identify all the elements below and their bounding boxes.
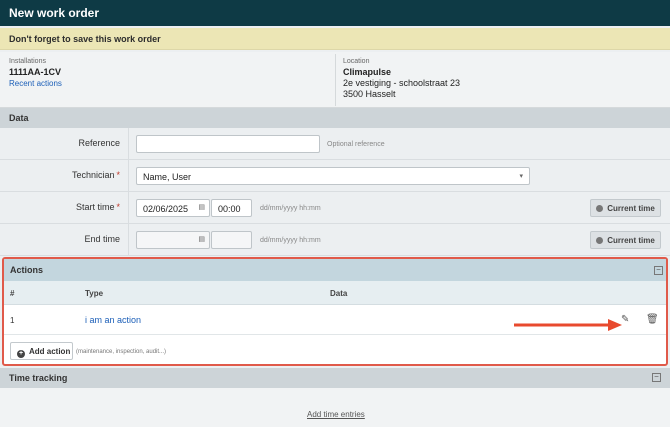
calendar-icon[interactable]: ▤ — [198, 203, 205, 211]
location-column: Location Climapulse 2e vestiging - schoo… — [343, 58, 460, 100]
column-data: Data — [330, 289, 348, 298]
column-type: Type — [85, 289, 104, 298]
annotation-arrow — [514, 319, 622, 331]
start-time-input[interactable]: 00:00 — [211, 199, 252, 217]
end-time-hint: dd/mm/yyyy hh:mm — [260, 237, 321, 244]
end-date-input[interactable]: ▤ — [136, 231, 210, 249]
location-label: Location — [343, 58, 370, 65]
reference-label: Reference — [78, 138, 120, 148]
actions-panel: Actions − # Type Data 1 i am an action ✎… — [2, 257, 668, 366]
reference-input[interactable] — [136, 135, 320, 153]
reference-row: Reference Optional reference — [0, 128, 670, 160]
time-tracking-header: Time tracking − — [0, 368, 670, 388]
table-row: 1 i am an action ✎ 🗑 — [4, 305, 666, 335]
column-number: # — [10, 289, 15, 298]
end-time-label: End time — [84, 234, 120, 244]
start-time-hint: dd/mm/yyyy hh:mm — [260, 205, 321, 212]
installations-column: Installations 1111AA-1CV Recent actions — [9, 58, 62, 89]
add-time-entries-link[interactable]: Add time entries — [307, 410, 365, 419]
start-current-time-button[interactable]: Current time — [590, 199, 661, 217]
page-title: New work order — [9, 6, 100, 20]
collapse-icon[interactable]: − — [654, 266, 663, 275]
calendar-icon[interactable]: ▤ — [198, 235, 205, 243]
time-tracking-title: Time tracking — [9, 373, 68, 383]
save-reminder-banner: Don't forget to save this work order — [0, 28, 670, 50]
technician-select[interactable]: Name, User ▾ — [136, 167, 530, 185]
actions-table-header: # Type Data — [4, 281, 666, 305]
chevron-down-icon: ▾ — [519, 173, 523, 180]
technician-row: Technician * Name, User ▾ — [0, 160, 670, 192]
actions-header: Actions − — [4, 259, 666, 281]
action-type-link[interactable]: i am an action — [85, 315, 141, 325]
add-action-button[interactable]: + Add action — [10, 342, 73, 360]
location-address-line2: 3500 Hasselt — [343, 89, 396, 99]
row-divider — [128, 128, 129, 159]
location-name: Climapulse — [343, 67, 392, 77]
plus-icon: + — [17, 350, 25, 358]
installations-label: Installations — [9, 58, 46, 65]
data-section-header: Data — [0, 108, 670, 128]
actions-title: Actions — [10, 265, 44, 275]
time-tracking-body: Add time entries — [0, 388, 670, 427]
technician-label: Technician * — [71, 170, 120, 180]
collapse-icon[interactable]: − — [652, 373, 661, 382]
technician-value: Name, User — [143, 172, 192, 182]
start-date-input[interactable]: 02/06/2025 ▤ — [136, 199, 210, 217]
row-divider — [128, 192, 129, 223]
end-current-time-button[interactable]: Current time — [590, 231, 661, 249]
reference-hint: Optional reference — [327, 141, 385, 148]
clock-icon — [596, 237, 604, 244]
info-divider — [335, 54, 336, 106]
trash-icon[interactable]: 🗑 — [646, 314, 659, 325]
end-time-input[interactable] — [211, 231, 252, 249]
start-date-value: 02/06/2025 — [143, 204, 189, 214]
action-number: 1 — [10, 316, 15, 325]
add-action-hint: (maintenance, inspection, audit...) — [76, 349, 167, 355]
pencil-icon[interactable]: ✎ — [621, 314, 629, 325]
row-divider — [128, 224, 129, 255]
banner-text: Don't forget to save this work order — [9, 34, 161, 44]
location-address-line1: 2e vestiging - schoolstraat 23 — [343, 78, 461, 88]
data-section-title: Data — [9, 113, 29, 123]
recent-actions-link[interactable]: Recent actions — [9, 78, 62, 89]
start-time-row: Start time * 02/06/2025 ▤ 00:00 dd/mm/yyy… — [0, 192, 670, 224]
row-divider — [128, 160, 129, 191]
clock-icon — [596, 205, 604, 212]
end-time-row: End time ▤ dd/mm/yyyy hh:mm Current time — [0, 224, 670, 256]
header-bar: New work order — [0, 0, 670, 26]
installation-code: 1111AA-1CV — [9, 67, 62, 77]
start-time-label: Start time * — [75, 202, 120, 212]
